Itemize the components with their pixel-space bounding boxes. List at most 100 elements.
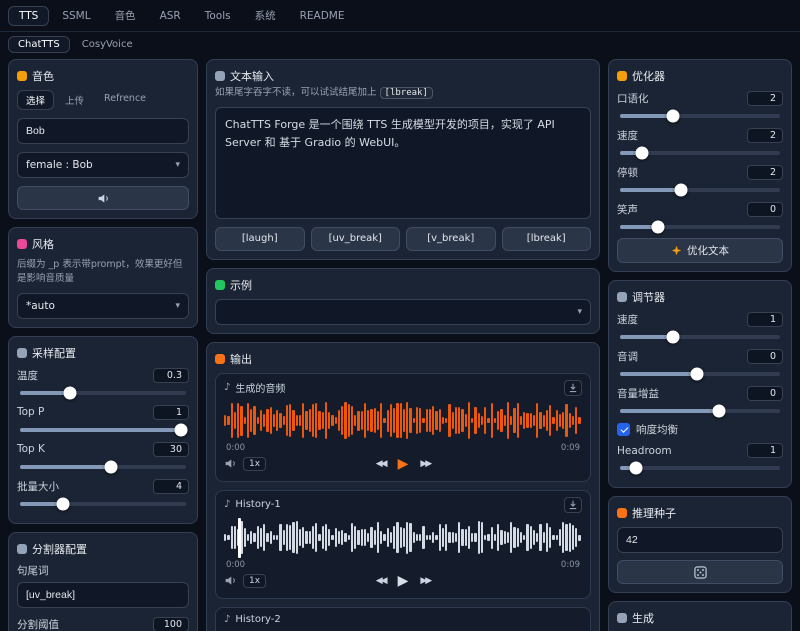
download-button[interactable] (564, 497, 582, 513)
sampling-panel: 采样配置 温度0.3 Top P1 Top K30 批量大小4 (8, 336, 198, 524)
slider-handle[interactable] (105, 460, 118, 473)
slider-handle[interactable] (630, 462, 643, 475)
splitter-panel: 分割器配置 句尾词 分割阈值100 (8, 532, 198, 631)
slider-value[interactable]: 0 (747, 202, 783, 217)
eos-input[interactable] (17, 582, 189, 608)
refine-text-button[interactable]: 优化文本 (617, 238, 783, 263)
tab-chattts[interactable]: ChatTTS (8, 36, 70, 53)
examples-dropdown[interactable]: ▾ (215, 299, 591, 325)
slider-track[interactable] (620, 466, 780, 470)
slider-track[interactable] (620, 114, 780, 118)
slider-handle[interactable] (652, 221, 665, 234)
slider-label: 停顿 (617, 165, 638, 180)
seed-icon (617, 508, 627, 518)
playback-speed-button[interactable]: 1x (243, 574, 266, 588)
tts-text-input[interactable]: ChatTTS Forge 是一个围绕 TTS 生成模型开发的项目，实现了 AP… (215, 107, 591, 219)
loudness-eq-checkbox-row[interactable]: 响度均衡 (617, 422, 783, 437)
download-button[interactable] (564, 380, 582, 396)
adjust-speed-slider: 速度1 (617, 311, 783, 339)
slider-track[interactable] (20, 428, 186, 432)
speaker-icon (97, 192, 110, 205)
slider-handle[interactable] (666, 331, 679, 344)
voice-tab-select[interactable]: 选择 (17, 90, 54, 110)
voice-tab-reference[interactable]: Refrence (95, 90, 155, 110)
slider-value[interactable]: 2 (747, 165, 783, 180)
headroom-slider: Headroom1 (617, 442, 783, 470)
style-dropdown[interactable]: *auto ▾ (17, 293, 189, 319)
voice-select-value: female : Bob (26, 159, 93, 171)
nav-tab-tts[interactable]: TTS (8, 6, 49, 26)
waveform-area[interactable]: 0:00 0:09 (224, 399, 582, 453)
slider-value[interactable]: 0 (747, 349, 783, 364)
voice-name-input[interactable] (17, 118, 189, 144)
slider-handle[interactable] (636, 147, 649, 160)
playhead-cursor[interactable] (238, 518, 241, 558)
slider-value[interactable]: 2 (747, 91, 783, 106)
slider-handle[interactable] (690, 368, 703, 381)
slider-value[interactable]: 1 (153, 405, 189, 420)
play-button[interactable]: ▶ (398, 574, 409, 588)
nav-tab-voice[interactable]: 音色 (104, 4, 147, 27)
slider-track[interactable] (620, 409, 780, 413)
insert-uv-break-button[interactable]: [uv_break] (311, 227, 401, 251)
insert-laugh-button[interactable]: [laugh] (215, 227, 305, 251)
slider-value[interactable]: 4 (153, 479, 189, 494)
seed-input[interactable] (617, 527, 783, 553)
history-2-player: ♪ History-2 ♫ (215, 607, 591, 631)
slider-value[interactable]: 1 (747, 443, 783, 458)
waveform-orange[interactable] (224, 401, 582, 441)
slider-track[interactable] (620, 151, 780, 155)
insert-v-break-button[interactable]: [v_break] (406, 227, 496, 251)
engine-tabs: ChatTTS CosyVoice (0, 32, 800, 53)
playback-speed-button[interactable]: 1x (243, 457, 266, 471)
slider-track[interactable] (620, 335, 780, 339)
audio-name: History-2 (235, 614, 280, 625)
insert-lbreak-button[interactable]: [lbreak] (502, 227, 592, 251)
voice-tab-upload[interactable]: 上传 (56, 90, 93, 110)
slider-handle[interactable] (666, 110, 679, 123)
waveform-area[interactable]: 0:00 0:09 (224, 516, 582, 570)
slider-track[interactable] (620, 188, 780, 192)
slider-label: 笑声 (617, 202, 638, 217)
slider-value[interactable]: 0 (747, 386, 783, 401)
slider-handle[interactable] (713, 405, 726, 418)
skip-back-icon[interactable]: ◀◀ (376, 459, 386, 469)
skip-forward-icon[interactable]: ▶▶ (420, 459, 430, 469)
slider-track[interactable] (20, 502, 186, 506)
slider-track[interactable] (620, 225, 780, 229)
sampling-panel-title: 采样配置 (32, 345, 76, 361)
slider-value[interactable]: 2 (747, 128, 783, 143)
slider-value[interactable]: 100 (153, 617, 189, 631)
random-seed-button[interactable] (617, 560, 783, 584)
nav-tab-system[interactable]: 系统 (244, 4, 287, 27)
voice-select-dropdown[interactable]: female : Bob ▾ (17, 152, 189, 178)
output-panel: 输出 ♪ 生成的音频 0:00 0:09 (206, 342, 600, 631)
slider-label: 音量增益 (617, 386, 659, 401)
slider-track[interactable] (620, 372, 780, 376)
refine-text-label: 优化文本 (687, 243, 729, 258)
voice-preview-button[interactable] (17, 186, 189, 210)
loudness-eq-checkbox[interactable] (617, 423, 630, 436)
slider-value[interactable]: 30 (153, 442, 189, 457)
volume-icon[interactable] (224, 574, 237, 587)
slider-value[interactable]: 0.3 (153, 368, 189, 383)
style-icon (17, 239, 27, 249)
play-button[interactable]: ▶ (398, 457, 409, 471)
nav-tab-readme[interactable]: README (289, 6, 356, 26)
slider-track[interactable] (20, 391, 186, 395)
slider-handle[interactable] (175, 423, 188, 436)
tab-cosyvoice[interactable]: CosyVoice (72, 36, 143, 53)
skip-back-icon[interactable]: ◀◀ (376, 576, 386, 586)
slider-track[interactable] (20, 465, 186, 469)
slider-value[interactable]: 1 (747, 312, 783, 327)
slider-handle[interactable] (63, 386, 76, 399)
volume-icon[interactable] (224, 457, 237, 470)
skip-forward-icon[interactable]: ▶▶ (420, 576, 430, 586)
nav-tab-ssml[interactable]: SSML (51, 6, 101, 26)
slider-handle[interactable] (674, 184, 687, 197)
waveform-gray[interactable] (224, 518, 582, 558)
nav-tab-tools[interactable]: Tools (194, 6, 242, 26)
slider-handle[interactable] (57, 497, 70, 510)
nav-tab-asr[interactable]: ASR (149, 6, 192, 26)
output-header: 输出 (215, 351, 591, 367)
